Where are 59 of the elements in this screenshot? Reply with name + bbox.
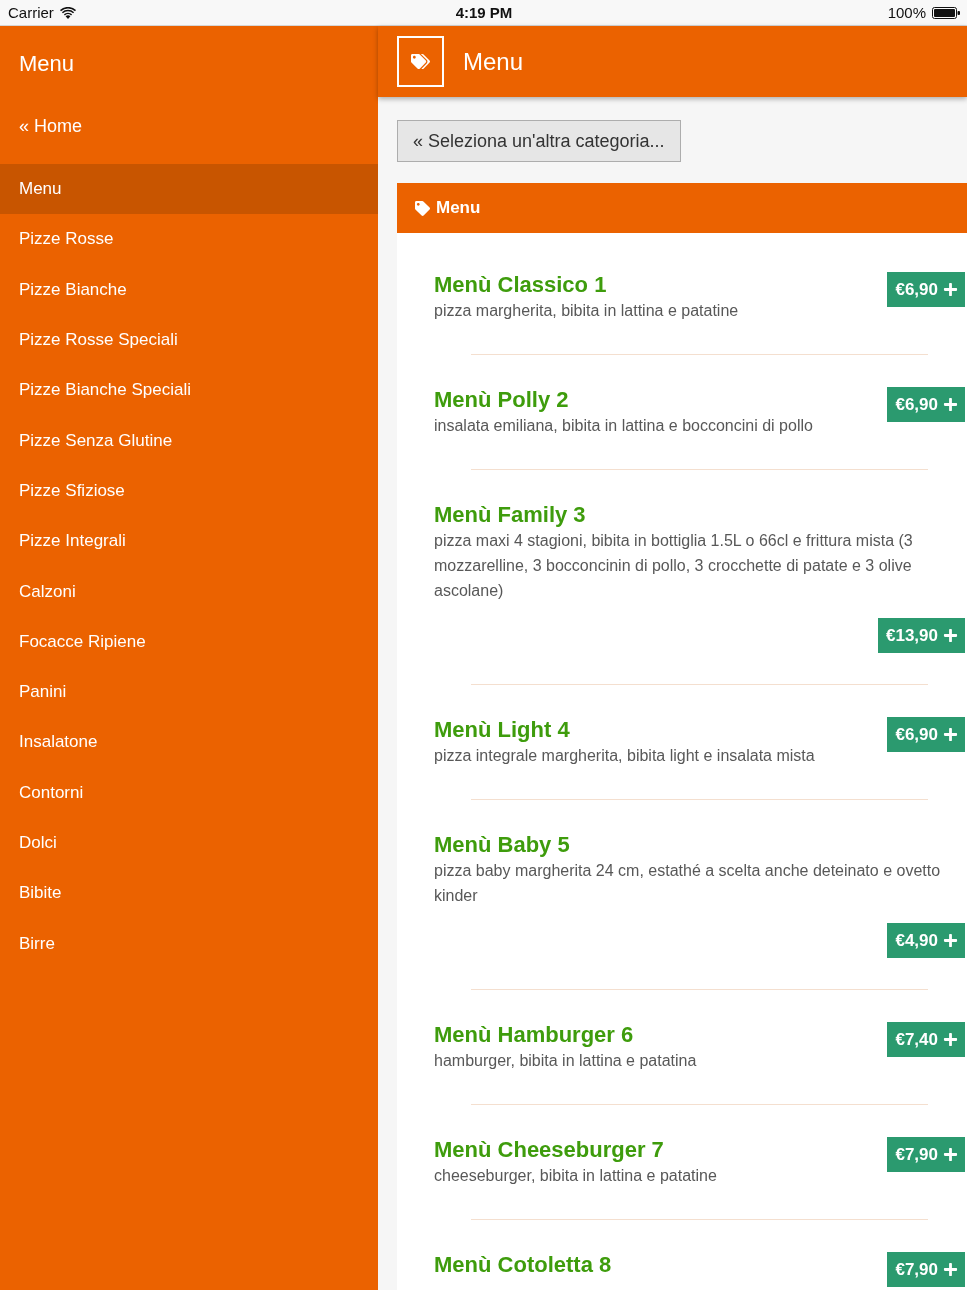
item-title: Menù Classico 1	[434, 272, 608, 298]
item-title: Menù Cotoletta 8	[434, 1252, 613, 1278]
price-button[interactable]: €6,90	[887, 387, 965, 422]
sidebar-item[interactable]: Focacce Ripiene	[0, 616, 378, 667]
sidebar-item[interactable]: Pizze Sfiziose	[0, 465, 378, 517]
sidebar-title: Menu	[18, 49, 76, 78]
price-button[interactable]: €7,40	[887, 1022, 965, 1057]
price-button[interactable]: €7,90	[887, 1252, 965, 1287]
item-description: hamburger, bibita in lattina e patatina	[434, 1051, 698, 1071]
item-title: Menù Cheeseburger 7	[434, 1137, 665, 1163]
plus-icon	[943, 1147, 958, 1162]
price-button[interactable]: €7,90	[887, 1137, 965, 1172]
sidebar-item[interactable]: Bibite	[0, 868, 378, 919]
sidebar-item[interactable]: Contorni	[0, 767, 378, 818]
sidebar-item[interactable]: Menu	[0, 164, 378, 215]
sidebar-item[interactable]: Panini	[0, 666, 378, 718]
plus-icon	[943, 628, 958, 643]
sidebar-item[interactable]: Pizze Senza Glutine	[0, 415, 378, 466]
tag-icon	[415, 200, 430, 216]
sidebar-item[interactable]: Pizze Bianche Speciali	[0, 365, 378, 416]
item-description: pizza integrale margherita, bibita light e insalata mista	[434, 746, 816, 766]
price-button[interactable]: €6,90	[887, 272, 965, 307]
price-button[interactable]: €13,90	[878, 618, 965, 653]
item-description: insalata emiliana, bibita in lattina e bocconcini di pollo	[434, 416, 814, 436]
plus-icon	[943, 1032, 958, 1047]
back-button[interactable]: « Seleziona un'altra categoria...	[397, 120, 681, 162]
plus-icon	[943, 397, 958, 412]
sidebar-item[interactable]: Dolci	[0, 817, 378, 869]
plus-icon	[943, 282, 958, 297]
plus-icon	[943, 1262, 958, 1277]
item-title: Menù Hamburger 6	[434, 1022, 635, 1048]
item-description: pizza maxi 4 stagioni, bibita in bottiglia 1.5L o 66cl e frittura mista (3 mozzarelline, 3 bocconcinin di pollo, 3 crocchette di patate e 3 olive ascolane)	[434, 531, 914, 601]
item-title: Menù Baby 5	[434, 832, 571, 858]
sidebar-item[interactable]: Calzoni	[0, 566, 378, 617]
carrier-label: Carrier	[8, 4, 54, 21]
header-title: Menu	[463, 47, 524, 76]
sidebar-item[interactable]: Pizze Rosse	[0, 214, 378, 265]
sidebar-item[interactable]: Pizze Integrali	[0, 516, 378, 567]
home-link[interactable]: « Home	[0, 101, 83, 151]
plus-icon	[943, 933, 958, 948]
sidebar-item[interactable]: Pizze Bianche	[0, 264, 378, 315]
sidebar-item[interactable]: Pizze Rosse Speciali	[0, 314, 378, 366]
item-title: Menù Polly 2	[434, 387, 570, 413]
item-title: Menù Light 4	[434, 717, 571, 743]
battery-icon	[932, 6, 960, 19]
panel-title: Menu	[436, 198, 481, 218]
item-title: Menù Family 3	[434, 502, 587, 528]
clock-time: 4:19 PM	[455, 4, 513, 21]
wifi-icon	[59, 6, 76, 19]
tags-icon	[397, 36, 444, 87]
item-description: pizza baby margherita 24 cm, estathé a scelta anche deteinato e ovetto kinder	[434, 861, 942, 906]
price-button[interactable]: €6,90	[887, 717, 965, 752]
sidebar-item[interactable]: Birre	[0, 918, 378, 969]
battery-percent: 100%	[887, 4, 926, 21]
price-button[interactable]: €4,90	[887, 923, 965, 958]
plus-icon	[943, 727, 958, 742]
sidebar-item[interactable]: Insalatone	[0, 717, 378, 768]
item-description: pizza margherita, bibita in lattina e patatine	[434, 301, 740, 321]
item-description: cheeseburger, bibita in lattina e patatine	[434, 1166, 718, 1186]
